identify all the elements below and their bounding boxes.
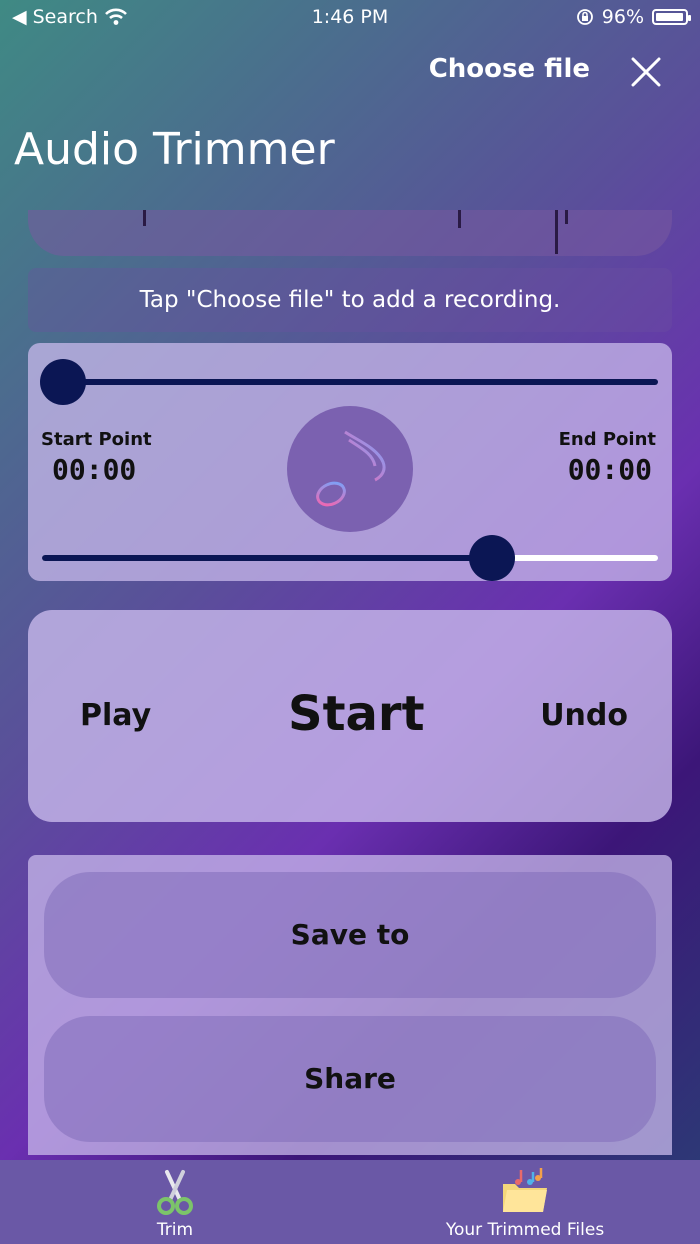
waveform-tick xyxy=(555,210,558,254)
music-artwork xyxy=(287,406,413,532)
start-point-value: 00:00 xyxy=(52,453,137,486)
start-point-label: Start Point xyxy=(41,429,152,450)
close-icon[interactable] xyxy=(630,56,662,88)
waveform-tick xyxy=(565,210,568,224)
trim-panel: Start Point 00:00 End Point 00:00 xyxy=(28,343,672,581)
battery-icon xyxy=(652,9,691,25)
tab-trimmed-files-label: Your Trimmed Files xyxy=(445,1220,605,1240)
tab-trim[interactable]: Trim xyxy=(120,1160,230,1244)
play-button[interactable]: Play xyxy=(80,698,151,733)
waveform-tick xyxy=(143,210,146,226)
battery-percent: 96% xyxy=(601,6,644,28)
nav-bar: Choose file xyxy=(0,40,700,104)
end-point-value: 00:00 xyxy=(567,453,652,486)
status-bar: ◀ Search 1:46 PM 96% xyxy=(0,0,700,36)
tab-trimmed-files[interactable]: Your Trimmed Files xyxy=(430,1160,620,1244)
export-actions: Save to Share xyxy=(28,855,672,1155)
folder-music-icon xyxy=(503,1168,547,1212)
undo-button[interactable]: Undo xyxy=(540,698,628,733)
scissors-icon xyxy=(157,1170,193,1215)
start-trim-button[interactable]: Start xyxy=(288,686,425,742)
start-slider-track[interactable] xyxy=(42,379,658,385)
waveform-tick xyxy=(458,210,461,228)
end-slider-thumb[interactable] xyxy=(468,535,515,581)
end-point-label: End Point xyxy=(558,429,656,450)
playback-controls: Play Start Undo xyxy=(28,610,672,822)
save-to-button[interactable]: Save to xyxy=(44,872,656,998)
battery-fill xyxy=(656,13,683,21)
share-button[interactable]: Share xyxy=(44,1016,656,1142)
waveform-preview xyxy=(28,210,672,256)
music-note-icon xyxy=(316,430,386,507)
page-title: Audio Trimmer xyxy=(14,124,335,175)
tab-bar: Trim Your Trimmed Files xyxy=(0,1160,700,1244)
start-slider-thumb[interactable] xyxy=(40,359,86,405)
orientation-lock-icon xyxy=(576,9,593,25)
end-slider-fill xyxy=(42,555,492,561)
tab-trim-label: Trim xyxy=(156,1220,194,1240)
choose-file-button[interactable]: Choose file xyxy=(429,54,590,84)
hint-text: Tap "Choose file" to add a recording. xyxy=(28,268,672,332)
